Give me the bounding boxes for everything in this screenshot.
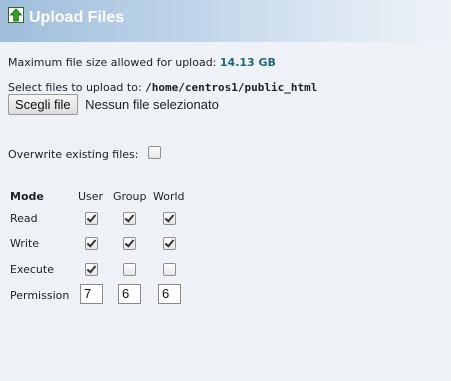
permission-group-input[interactable]: 6 [118, 284, 141, 304]
group-header: Group [113, 190, 147, 203]
destination-line: Select files to upload to: /home/centros… [8, 81, 317, 94]
page-title: Upload Files [29, 9, 125, 26]
execute-label: Execute [10, 263, 54, 276]
permission-user-input[interactable]: 7 [80, 284, 103, 304]
destination-path: /home/centros1/public_html [145, 81, 318, 94]
overwrite-checkbox[interactable] [148, 146, 161, 159]
destination-label: Select files to upload to: [8, 81, 142, 94]
overwrite-row: Overwrite existing files: [8, 146, 161, 161]
permission-world-input[interactable]: 6 [158, 284, 181, 304]
read-group-checkbox[interactable] [123, 212, 136, 225]
mode-header: Mode [10, 190, 44, 203]
read-label: Read [10, 212, 38, 225]
max-size-label: Maximum file size allowed for upload: [8, 56, 217, 69]
user-header: User [78, 190, 104, 203]
world-header: World [153, 190, 185, 203]
max-size-line: Maximum file size allowed for upload: 14… [8, 56, 276, 69]
execute-group-checkbox[interactable] [123, 263, 136, 276]
overwrite-label: Overwrite existing files: [8, 148, 139, 161]
file-status-text: Nessun file selezionato [85, 97, 219, 112]
write-label: Write [10, 237, 40, 250]
execute-world-checkbox[interactable] [163, 263, 176, 276]
permission-label: Permission [10, 289, 70, 302]
execute-user-checkbox[interactable] [85, 263, 98, 276]
choose-file-button[interactable]: Scegli file [8, 94, 78, 115]
read-user-checkbox[interactable] [85, 212, 98, 225]
header-bar: Upload Files [0, 0, 451, 42]
upload-arrow-icon [8, 7, 24, 23]
write-user-checkbox[interactable] [85, 237, 98, 250]
max-size-value: 14.13 GB [219, 56, 276, 69]
read-world-checkbox[interactable] [163, 212, 176, 225]
write-group-checkbox[interactable] [123, 237, 136, 250]
file-picker: Scegli file Nessun file selezionato [8, 94, 219, 115]
write-world-checkbox[interactable] [163, 237, 176, 250]
